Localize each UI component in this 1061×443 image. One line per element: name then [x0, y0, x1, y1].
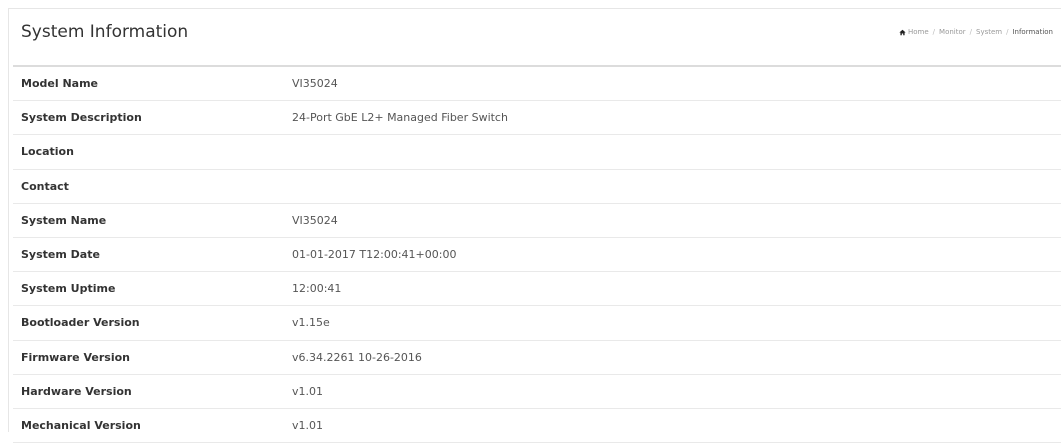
- row-value-firmware-version: v6.34.2261 10-26-2016: [280, 340, 1061, 375]
- breadcrumb-monitor[interactable]: Monitor: [939, 28, 966, 36]
- row-label-system-uptime: System Uptime: [13, 271, 280, 307]
- page-header: System Information Home / Monitor / Syst…: [9, 9, 1061, 55]
- row-value-location: [280, 134, 1061, 170]
- breadcrumb-separator: /: [1006, 28, 1009, 36]
- breadcrumb-current: Information: [1012, 28, 1053, 36]
- system-information-panel: System Information Home / Monitor / Syst…: [8, 8, 1061, 443]
- page-title: System Information: [21, 22, 189, 42]
- row-value-system-uptime: 12:00:41: [280, 271, 1061, 307]
- table-row: Hardware Version v1.01: [13, 374, 1061, 409]
- row-label-system-description: System Description: [13, 100, 280, 136]
- row-value-model-name: VI35024: [280, 67, 1061, 102]
- breadcrumb-separator: /: [932, 28, 936, 36]
- row-value-hardware-version: v1.01: [280, 374, 1061, 409]
- table-row: System Name VI35024: [13, 203, 1061, 238]
- system-info-table: Model Name VI35024 System Description 24…: [13, 67, 1061, 443]
- breadcrumb: Home / Monitor / System / Information: [899, 28, 1053, 36]
- row-value-contact: [280, 169, 1061, 204]
- row-label-bootloader-version: Bootloader Version: [13, 305, 280, 341]
- table-row: Model Name VI35024: [13, 67, 1061, 102]
- home-icon: [899, 29, 906, 35]
- table-row: System Date 01-01-2017 T12:00:41+00:00: [13, 237, 1061, 273]
- row-label-mechanical-version: Mechanical Version: [13, 408, 280, 443]
- table-row: Location: [13, 134, 1061, 170]
- row-value-bootloader-version: v1.15e: [280, 305, 1061, 341]
- table-row: Contact: [13, 169, 1061, 204]
- row-label-firmware-version: Firmware Version: [13, 340, 280, 375]
- row-label-system-name: System Name: [13, 203, 280, 238]
- table-row: System Description 24-Port GbE L2+ Manag…: [13, 100, 1061, 136]
- row-label-system-date: System Date: [13, 237, 280, 273]
- row-value-mechanical-version: v1.01: [280, 408, 1061, 443]
- row-value-system-date: 01-01-2017 T12:00:41+00:00: [280, 237, 1061, 273]
- table-row: Bootloader Version v1.15e: [13, 305, 1061, 341]
- breadcrumb-system[interactable]: System: [976, 28, 1002, 36]
- breadcrumb-separator: /: [969, 28, 972, 36]
- row-label-hardware-version: Hardware Version: [13, 374, 280, 409]
- table-row: Mechanical Version v1.01: [13, 408, 1061, 443]
- row-value-system-description: 24-Port GbE L2+ Managed Fiber Switch: [280, 100, 1061, 136]
- row-label-location: Location: [13, 134, 280, 170]
- row-label-contact: Contact: [13, 169, 280, 204]
- table-row: Firmware Version v6.34.2261 10-26-2016: [13, 340, 1061, 375]
- breadcrumb-home[interactable]: Home: [908, 28, 929, 36]
- table-row: System Uptime 12:00:41: [13, 271, 1061, 307]
- row-value-system-name: VI35024: [280, 203, 1061, 238]
- row-label-model-name: Model Name: [13, 67, 280, 102]
- info-table-container: Model Name VI35024 System Description 24…: [13, 65, 1061, 443]
